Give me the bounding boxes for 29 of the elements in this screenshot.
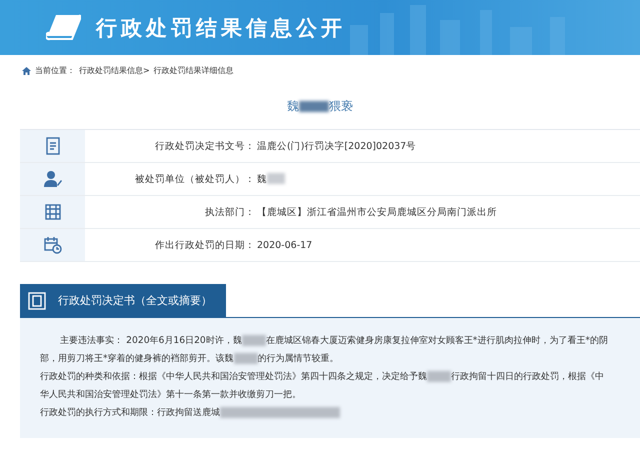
decision-paragraph: 行政处罚的执行方式和期限：行政拘留送鹿城 xyxy=(40,404,610,422)
document-icon xyxy=(28,292,46,310)
breadcrumb-link[interactable]: 行政处罚结果详细信息 xyxy=(154,65,234,76)
redaction-blur xyxy=(427,370,451,382)
building-icon xyxy=(44,204,60,220)
field-label: 行政处罚决定书文号： xyxy=(154,140,255,152)
document-icon xyxy=(46,137,60,155)
person-icon xyxy=(44,170,62,188)
redaction-blur xyxy=(242,334,266,346)
calendar-clock-icon xyxy=(44,236,62,254)
breadcrumb-label: 当前位置： xyxy=(35,65,75,76)
field-label: 被处罚单位（被处罚人）： xyxy=(134,172,255,186)
field-value: 【鹿城区】浙江省温州市公安局鹿城区分局南门派出所 xyxy=(256,206,498,218)
field-label: 作出行政处罚的日期： xyxy=(154,238,255,252)
redaction-blur xyxy=(299,101,329,112)
breadcrumb-link[interactable]: 行政处罚结果信息> xyxy=(79,65,150,76)
home-icon xyxy=(22,66,31,74)
decision-paragraph: 行政处罚的种类和依据：根据《中华人民共和国治安管理处罚法》第四十四条之规定，决定给予魏 行政拘留十四日的行政处罚，根据《中华人民共和国治安管理处罚法》第十一条第一款并收缴剪刀一把。 xyxy=(40,370,605,402)
book-icon xyxy=(46,12,82,42)
case-title: 魏 猥亵 xyxy=(286,98,354,115)
field-label: 执法部门： xyxy=(204,206,255,218)
field-value: 魏 xyxy=(255,172,640,186)
decision-paragraph: 主要违法事实： 2020年6月16日20时许，魏 在鹿城区锦春大厦迈索健身房康复拉伸室对女顾客王*进行肌肉拉伸时，为了看王*的阴部，用剪刀将王*穿着的健身裤的裆部剪开。该魏 的行为属情节较重。 xyxy=(40,334,609,366)
field-value: 2020-06-17 xyxy=(256,240,314,250)
section-title: 行政处罚决定书（全文或摘要） xyxy=(58,293,212,308)
redaction-blur xyxy=(267,173,285,184)
field-value: 温鹿公(门)行罚决字[2020]02037号 xyxy=(256,140,418,152)
redaction-blur xyxy=(234,352,258,364)
site-title: 行政处罚结果信息公开 xyxy=(96,14,346,42)
